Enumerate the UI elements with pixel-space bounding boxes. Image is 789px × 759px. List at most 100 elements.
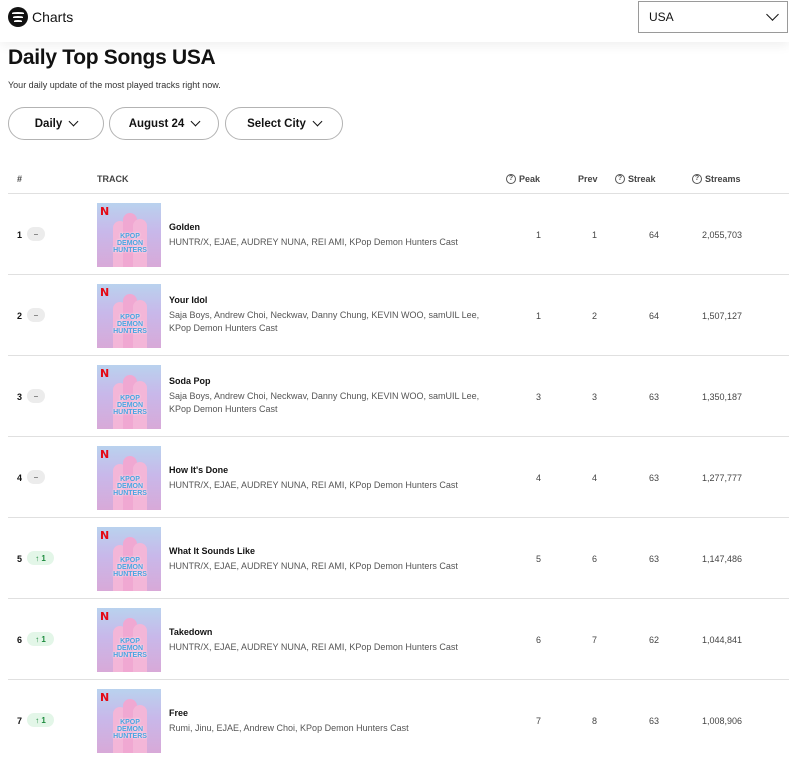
country-select-value: USA bbox=[649, 10, 674, 24]
netflix-logo: N bbox=[100, 205, 110, 218]
help-icon[interactable]: ? bbox=[615, 174, 625, 184]
album-cover[interactable]: N KPOP DEMON HUNTERS bbox=[97, 446, 161, 510]
prev-value: 6 bbox=[591, 554, 597, 564]
track-artists[interactable]: HUNTR/X, EJAE, AUDREY NUNA, REI AMI, KPo… bbox=[169, 641, 494, 654]
logo-text: Charts bbox=[32, 9, 74, 25]
track-info: Takedown HUNTR/X, EJAE, AUDREY NUNA, REI… bbox=[169, 627, 494, 654]
album-cover[interactable]: N KPOP DEMON HUNTERS bbox=[97, 284, 161, 348]
rank-number: 7 bbox=[17, 716, 23, 726]
streams-value: 1,277,777 bbox=[701, 473, 742, 483]
rank-number: 5 bbox=[17, 554, 23, 564]
rank-column-label: # bbox=[17, 174, 23, 184]
prev-value: 8 bbox=[591, 716, 597, 726]
spotify-charts-logo[interactable]: Charts bbox=[8, 7, 73, 27]
album-art-title: KPOP DEMON HUNTERS bbox=[113, 638, 147, 659]
chevron-down-icon bbox=[68, 116, 79, 127]
rank-change-badge: – bbox=[27, 389, 45, 403]
album-cover[interactable]: N KPOP DEMON HUNTERS bbox=[97, 689, 161, 753]
table-row[interactable]: 3 – N KPOP DEMON HUNTERS Soda Pop Saja B… bbox=[8, 356, 789, 437]
track-info: Free Rumi, Jinu, EJAE, Andrew Choi, KPop… bbox=[169, 708, 494, 735]
track-artists[interactable]: Saja Boys, Andrew Choi, Neckwav, Danny C… bbox=[169, 390, 494, 416]
table-row[interactable]: 6 ↑ 1 N KPOP DEMON HUNTERS Takedown HUNT… bbox=[8, 599, 789, 680]
streams-column-label: Streams bbox=[705, 174, 741, 184]
streams-value: 1,044,841 bbox=[701, 635, 742, 645]
track-name-link[interactable]: Soda Pop bbox=[169, 376, 494, 386]
netflix-logo: N bbox=[100, 529, 110, 542]
track-artists[interactable]: Saja Boys, Andrew Choi, Neckwav, Danny C… bbox=[169, 309, 494, 335]
track-name-link[interactable]: Free bbox=[169, 708, 494, 718]
streak-value: 63 bbox=[648, 392, 659, 402]
frequency-filter-label: Daily bbox=[34, 117, 63, 130]
streak-value: 64 bbox=[648, 311, 659, 321]
streams-value: 1,350,187 bbox=[701, 392, 742, 402]
track-name-link[interactable]: Takedown bbox=[169, 627, 494, 637]
streak-column-header[interactable]: ? Streak bbox=[615, 174, 656, 184]
help-icon[interactable]: ? bbox=[506, 174, 516, 184]
track-artists[interactable]: Rumi, Jinu, EJAE, Andrew Choi, KPop Demo… bbox=[169, 722, 494, 735]
table-row[interactable]: 5 ↑ 1 N KPOP DEMON HUNTERS What It Sound… bbox=[8, 518, 789, 599]
frequency-filter-button[interactable]: Daily bbox=[8, 107, 104, 140]
track-info: Golden HUNTR/X, EJAE, AUDREY NUNA, REI A… bbox=[169, 222, 494, 249]
track-column-label: TRACK bbox=[97, 174, 129, 184]
album-cover[interactable]: N KPOP DEMON HUNTERS bbox=[97, 365, 161, 429]
city-filter-button[interactable]: Select City bbox=[225, 107, 343, 140]
table-row[interactable]: 2 – N KPOP DEMON HUNTERS Your Idol Saja … bbox=[8, 275, 789, 356]
track-info: How It's Done HUNTR/X, EJAE, AUDREY NUNA… bbox=[169, 465, 494, 492]
rank-change-badge: ↑ 1 bbox=[27, 713, 54, 727]
top-bar: Charts USA bbox=[0, 0, 789, 42]
table-row[interactable]: 1 – N KPOP DEMON HUNTERS Golden HUNTR/X,… bbox=[8, 194, 789, 275]
netflix-logo: N bbox=[100, 367, 110, 380]
peak-value: 1 bbox=[535, 311, 541, 321]
netflix-logo: N bbox=[100, 610, 110, 623]
prev-column-label: Prev bbox=[578, 174, 598, 184]
peak-value: 6 bbox=[535, 635, 541, 645]
table-row[interactable]: 4 – N KPOP DEMON HUNTERS How It's Done H… bbox=[8, 437, 789, 518]
table-row[interactable]: 7 ↑ 1 N KPOP DEMON HUNTERS Free Rumi, Ji… bbox=[8, 680, 789, 759]
album-cover[interactable]: N KPOP DEMON HUNTERS bbox=[97, 608, 161, 672]
track-artists[interactable]: HUNTR/X, EJAE, AUDREY NUNA, REI AMI, KPo… bbox=[169, 236, 494, 249]
track-name-link[interactable]: What It Sounds Like bbox=[169, 546, 494, 556]
peak-value: 5 bbox=[535, 554, 541, 564]
rank-column-header: # bbox=[17, 174, 22, 184]
track-name-link[interactable]: Golden bbox=[169, 222, 494, 232]
netflix-logo: N bbox=[100, 286, 110, 299]
track-artists[interactable]: HUNTR/X, EJAE, AUDREY NUNA, REI AMI, KPo… bbox=[169, 560, 494, 573]
table-header: # TRACK ? Peak Prev ? Streak ? Streams bbox=[8, 164, 789, 194]
streams-column-header[interactable]: ? Streams bbox=[692, 174, 741, 184]
chevron-down-icon bbox=[312, 116, 323, 127]
prev-column-header: Prev bbox=[578, 174, 598, 184]
streak-column-label: Streak bbox=[628, 174, 656, 184]
streak-value: 63 bbox=[648, 716, 659, 726]
date-filter-button[interactable]: August 24 bbox=[109, 107, 219, 140]
table-body: 1 – N KPOP DEMON HUNTERS Golden HUNTR/X,… bbox=[8, 194, 789, 759]
streak-value: 62 bbox=[648, 635, 659, 645]
peak-column-label: Peak bbox=[519, 174, 541, 184]
album-art-title: KPOP DEMON HUNTERS bbox=[113, 476, 147, 497]
track-artists[interactable]: HUNTR/X, EJAE, AUDREY NUNA, REI AMI, KPo… bbox=[169, 479, 494, 492]
page-subtitle: Your daily update of the most played tra… bbox=[8, 80, 221, 90]
help-icon[interactable]: ? bbox=[692, 174, 702, 184]
streams-value: 2,055,703 bbox=[701, 230, 742, 240]
album-art-title: KPOP DEMON HUNTERS bbox=[113, 719, 147, 740]
track-info: Soda Pop Saja Boys, Andrew Choi, Neckwav… bbox=[169, 376, 494, 416]
chevron-down-icon bbox=[766, 8, 779, 21]
track-name-link[interactable]: Your Idol bbox=[169, 295, 494, 305]
peak-value: 7 bbox=[535, 716, 541, 726]
prev-value: 3 bbox=[591, 392, 597, 402]
date-filter-label: August 24 bbox=[128, 117, 185, 130]
album-art-title: KPOP DEMON HUNTERS bbox=[113, 314, 147, 335]
streak-value: 63 bbox=[648, 473, 659, 483]
track-info: Your Idol Saja Boys, Andrew Choi, Neckwa… bbox=[169, 295, 494, 335]
track-name-link[interactable]: How It's Done bbox=[169, 465, 494, 475]
streams-value: 1,507,127 bbox=[701, 311, 742, 321]
rank-change-badge: – bbox=[27, 308, 45, 322]
netflix-logo: N bbox=[100, 691, 110, 704]
streams-value: 1,147,486 bbox=[701, 554, 742, 564]
peak-column-header[interactable]: ? Peak bbox=[506, 174, 540, 184]
chevron-down-icon bbox=[190, 116, 201, 127]
album-cover[interactable]: N KPOP DEMON HUNTERS bbox=[97, 527, 161, 591]
album-cover[interactable]: N KPOP DEMON HUNTERS bbox=[97, 203, 161, 267]
rank-number: 1 bbox=[17, 230, 23, 240]
album-art-title: KPOP DEMON HUNTERS bbox=[113, 395, 147, 416]
country-select[interactable]: USA bbox=[638, 1, 788, 33]
